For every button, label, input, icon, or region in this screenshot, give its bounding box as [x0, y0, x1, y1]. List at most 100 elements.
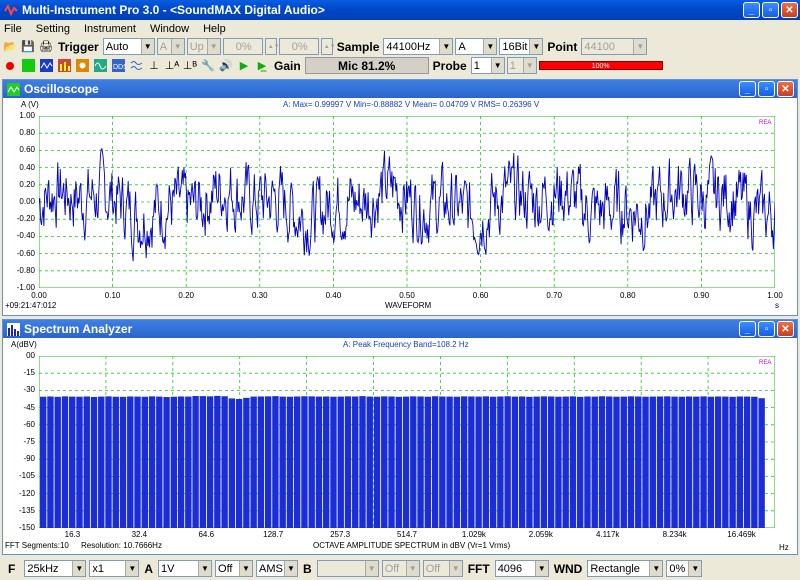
ams-select[interactable]: AMS ▼	[256, 560, 299, 577]
speaker-icon[interactable]: 🔊	[218, 58, 234, 74]
multiplier-select[interactable]: x1 ▼	[89, 560, 140, 577]
play-icon[interactable]: ▶	[236, 58, 252, 74]
spectrum-bar	[293, 396, 301, 528]
freq-range-select[interactable]: 25kHz ▼	[24, 560, 87, 577]
spectrum-bar	[119, 396, 127, 528]
probe-a-select[interactable]: 1 ▼	[470, 57, 505, 74]
spec-x-tick-label: 128.7	[263, 530, 284, 539]
spectrum-bar	[714, 396, 722, 528]
spec-maximize-button[interactable]: ▫	[758, 321, 775, 337]
b-scale-select[interactable]: ▼	[316, 560, 379, 577]
spectrum-bar	[627, 396, 635, 528]
spectrum-bar	[497, 396, 504, 528]
green-square-icon[interactable]	[20, 58, 36, 74]
dds-icon[interactable]: DDS	[110, 58, 126, 74]
spectrum-bar	[446, 396, 453, 528]
trigger-edge-select[interactable]: Up ▼	[186, 38, 221, 55]
spec-close-button[interactable]: ✕	[777, 321, 794, 337]
record-icon[interactable]	[2, 58, 18, 74]
delay-spinner[interactable]: ▲▼	[320, 38, 336, 55]
sample-label: Sample	[336, 39, 380, 54]
osc-y-tick-label: 0.40	[19, 162, 35, 172]
trigger-mode-select[interactable]: Auto ▼	[102, 38, 155, 55]
adjust-icon[interactable]: ⊥	[146, 58, 162, 74]
level-spinner[interactable]: ▲▼	[264, 38, 280, 55]
spectrum-bar	[395, 396, 402, 528]
b-mode-select[interactable]: Off ▼	[422, 560, 463, 577]
maximize-button[interactable]: ▫	[762, 2, 779, 18]
f-label: F	[8, 561, 16, 576]
trigger-delay-field[interactable]: 0%	[278, 38, 319, 55]
chevron-down-icon: ▼	[140, 39, 154, 54]
spectrum-bar	[61, 396, 69, 528]
spectrum-bar	[141, 396, 148, 528]
fft-resolution: Resolution: 10.7666Hz	[81, 541, 162, 550]
spectrum-bar	[671, 396, 678, 528]
trigger-channel-select[interactable]: A ▼	[156, 38, 185, 55]
sample-channel-select[interactable]: A ▼	[455, 38, 498, 55]
probe-b-select[interactable]: 1 ▼	[506, 57, 537, 74]
spectrum-bar	[257, 396, 265, 528]
spectrum-bar	[569, 396, 577, 528]
chevron-down-icon: ▼	[405, 561, 419, 576]
spectrum-chart[interactable]	[39, 356, 775, 528]
menu-setting[interactable]: Setting	[36, 23, 70, 35]
close-button[interactable]: ✕	[781, 2, 798, 18]
step-play-icon[interactable]: ▶̲	[254, 58, 270, 74]
save-icon[interactable]: 💾	[20, 39, 36, 55]
open-folder-icon[interactable]: 📂	[2, 39, 18, 55]
osc-close-button[interactable]: ✕	[777, 81, 794, 97]
a-scale-select[interactable]: 1V ▼	[158, 560, 213, 577]
osc-x-tick-label: 0.90	[693, 291, 710, 300]
minimize-button[interactable]: _	[743, 2, 760, 18]
spectrum-bar	[127, 396, 134, 528]
trigger-level-field[interactable]: 0%	[222, 38, 263, 55]
fft-size-select[interactable]: 4096 ▼	[494, 560, 549, 577]
channel-a-icon[interactable]: ⊥ᴬ	[164, 58, 180, 74]
toolbar-top: 📂 💾 🖨 Trigger Auto ▼ A ▼ Up ▼ 0% ▲▼ 0% ▲▼ S…	[0, 37, 800, 56]
osc-minimize-button[interactable]: _	[739, 81, 756, 97]
osc-maximize-button[interactable]: ▫	[758, 81, 775, 97]
oscilloscope-icon[interactable]	[38, 58, 54, 74]
spectrum-bar	[105, 396, 112, 528]
spectrum-bar	[685, 396, 693, 528]
spectrum-bar	[90, 396, 98, 528]
spectrum-bar	[359, 396, 366, 528]
spectrum-bar	[424, 396, 432, 528]
a-offset-select[interactable]: Off ▼	[215, 560, 254, 577]
spec-x-tick-label: 1.029k	[461, 530, 486, 539]
spectrum-bar	[279, 396, 286, 528]
spectrum-plot-area: A(dBV) A: Peak Frequency Band=108.2 Hz 0…	[3, 338, 797, 554]
trigger-delay-value: 0%	[291, 40, 308, 53]
osc-x-tick-label: 0.70	[546, 291, 562, 300]
channel-b-icon[interactable]: ⊥ᴮ	[182, 58, 198, 74]
generator-icon[interactable]	[92, 58, 108, 74]
multimeter-icon[interactable]	[74, 58, 90, 74]
menu-instrument[interactable]: Instrument	[84, 23, 136, 35]
bit-depth-select[interactable]: 16Bit ▼	[499, 38, 544, 55]
wave-icon[interactable]	[128, 58, 144, 74]
print-icon[interactable]: 🖨	[38, 39, 54, 55]
oscilloscope-chart[interactable]	[39, 116, 775, 288]
spec-minimize-button[interactable]: _	[739, 321, 756, 337]
menu-window[interactable]: Window	[150, 23, 189, 35]
spec-x-tick-label: 16.3	[64, 530, 81, 539]
overlap-select[interactable]: 0% ▼	[666, 560, 703, 577]
sample-rate-select[interactable]: 44100Hz ▼	[383, 38, 454, 55]
window-function-select[interactable]: Rectangle ▼	[587, 560, 664, 577]
menu-file[interactable]: File	[4, 23, 22, 35]
b-mode-value: Off	[425, 562, 441, 575]
chevron-down-icon: ▼	[633, 39, 647, 54]
window-titlebar: Multi-Instrument Pro 3.0 - <SoundMAX Dig…	[0, 0, 800, 20]
points-select[interactable]: 44100 ▼	[581, 38, 648, 55]
osc-x-tick-label: 0.80	[620, 291, 636, 300]
oscilloscope-title: Oscilloscope	[24, 82, 99, 96]
spectrum-title: Spectrum Analyzer	[24, 322, 133, 336]
chevron-down-icon: ▼	[284, 561, 298, 576]
b-offset-select[interactable]: Off ▼	[381, 560, 420, 577]
spec-x-tick-label: 64.6	[198, 530, 215, 539]
menu-help[interactable]: Help	[203, 23, 226, 35]
spectrum-icon[interactable]	[56, 58, 72, 74]
wrench-icon[interactable]: 🔧	[200, 58, 216, 74]
spectrum-bar	[235, 399, 243, 528]
